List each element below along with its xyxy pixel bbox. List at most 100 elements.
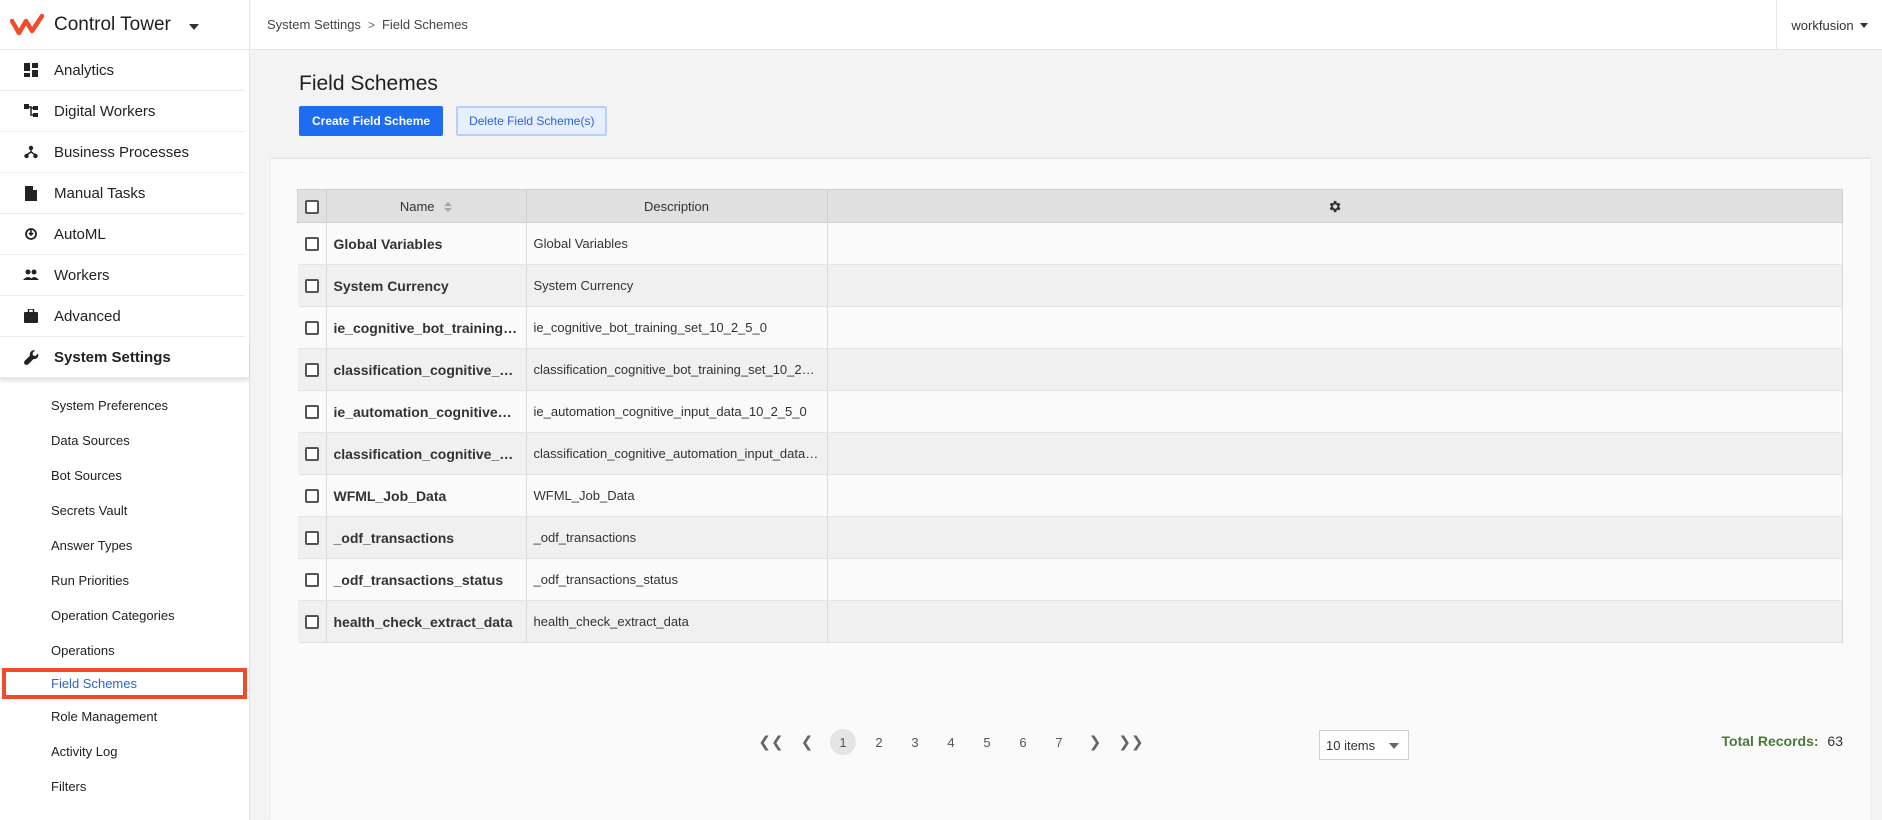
page-button-3[interactable]: 3 [902,729,928,755]
page-size-select[interactable]: 10 items [1319,730,1409,760]
row-checkbox-cell[interactable] [297,264,327,307]
row-checkbox-cell[interactable] [297,222,327,265]
subnav-item-bot-sources[interactable]: Bot Sources [0,458,249,493]
subnav-item-activity-log[interactable]: Activity Log [0,734,249,769]
first-page-button[interactable]: ❮❮ [758,729,784,755]
main-content: Field Schemes Create Field Scheme Delete… [250,50,1882,820]
table-row[interactable]: ie_automation_cognitive_input_data_10_2_… [297,390,1843,433]
page-size-value: 10 items [1326,737,1376,753]
subnav-item-role-management[interactable]: Role Management [0,699,249,734]
user-menu[interactable]: workfusion [1776,0,1882,50]
subnav-item-answer-types[interactable]: Answer Types [0,528,249,563]
field-scheme-description: System Currency [526,264,828,307]
gear-icon[interactable] [1327,199,1342,214]
page-button-6[interactable]: 6 [1010,729,1036,755]
select-all-checkbox-cell[interactable] [297,189,327,223]
prev-page-button[interactable]: ❮ [794,729,820,755]
page-header: Field Schemes Create Field Scheme Delete… [250,50,1882,136]
field-scheme-name-link[interactable]: _odf_transactions [326,516,527,559]
subnav-item-run-priorities[interactable]: Run Priorities [0,563,249,598]
subnav-item-secrets-vault[interactable]: Secrets Vault [0,493,249,528]
sort-icon[interactable] [444,202,453,213]
create-field-scheme-button[interactable]: Create Field Scheme [299,106,444,136]
table-row[interactable]: classification_cognitive_automation_inpu… [297,432,1843,475]
row-checkbox-cell[interactable] [297,390,327,433]
field-scheme-description: classification_cognitive_bot_training_se… [526,348,828,391]
breadcrumb-current: Field Schemes [381,17,468,32]
table-row[interactable]: ie_cognitive_bot_training_set_10_2_5_0 i… [297,306,1843,349]
field-scheme-name-link[interactable]: ie_automation_cognitive_input_data_10_2_… [326,390,527,433]
table-row[interactable]: classification_cognitive_bot_training_se… [297,348,1843,391]
page-button-5[interactable]: 5 [974,729,1000,755]
breadcrumb: System Settings > Field Schemes [250,17,468,32]
table-row[interactable]: health_check_extract_data health_check_e… [297,600,1843,643]
row-filler-cell [827,264,1843,307]
field-scheme-name-link[interactable]: classification_cognitive_automation_inpu… [326,432,527,475]
field-scheme-name-link[interactable]: Global Variables [326,222,527,265]
field-scheme-name-link[interactable]: ie_cognitive_bot_training_set_10_2_5_0 [326,306,527,349]
row-checkbox[interactable] [304,615,319,630]
delete-field-schemes-button[interactable]: Delete Field Scheme(s) [456,106,608,136]
field-scheme-name-link[interactable]: System Currency [326,264,527,307]
nav-item-business-processes[interactable]: Business Processes [0,132,245,173]
breadcrumb-parent-link[interactable]: System Settings [267,17,361,32]
subnav-item-operations[interactable]: Operations [0,633,249,668]
app-switcher[interactable]: Control Tower [0,0,249,50]
row-checkbox[interactable] [304,363,319,378]
page-button-7[interactable]: 7 [1046,729,1072,755]
row-checkbox[interactable] [304,279,319,294]
column-header-name[interactable]: Name [325,189,527,223]
field-scheme-name-link[interactable]: _odf_transactions_status [326,558,527,601]
next-page-button[interactable]: ❯ [1082,729,1108,755]
row-filler-cell [827,558,1843,601]
field-scheme-description: ie_automation_cognitive_input_data_10_2_… [526,390,828,433]
row-checkbox[interactable] [304,489,319,504]
nav-item-advanced[interactable]: Advanced [0,296,245,337]
row-checkbox-cell[interactable] [297,600,327,643]
row-checkbox[interactable] [304,573,319,588]
field-scheme-name-link[interactable]: WFML_Job_Data [326,474,527,517]
last-page-button[interactable]: ❯❯ [1118,729,1144,755]
nav-item-workers[interactable]: Workers [0,255,245,296]
subnav-item-filters[interactable]: Filters [0,769,249,804]
table-row[interactable]: WFML_Job_Data WFML_Job_Data [297,474,1843,517]
workers-tree-icon [22,102,40,120]
field-scheme-description: health_check_extract_data [526,600,828,643]
nav-item-system-settings[interactable]: System Settings [0,337,249,378]
row-filler-cell [827,474,1843,517]
wrench-icon [22,348,40,366]
subnav-item-data-sources[interactable]: Data Sources [0,423,249,458]
subnav-item-operation-categories[interactable]: Operation Categories [0,598,249,633]
row-checkbox-cell[interactable] [297,558,327,601]
row-checkbox[interactable] [304,447,319,462]
row-checkbox-cell[interactable] [297,348,327,391]
row-checkbox[interactable] [304,321,319,336]
pagination: ❮❮ ❮ 1 2 3 4 5 6 7 ❯ ❯❯ [753,727,1149,757]
nav-item-digital-workers[interactable]: Digital Workers [0,91,245,132]
row-checkbox[interactable] [304,405,319,420]
nav-item-automl[interactable]: AutoML [0,214,245,255]
row-checkbox[interactable] [304,237,319,252]
page-button-1[interactable]: 1 [830,729,856,755]
nav-item-manual-tasks[interactable]: Manual Tasks [0,173,245,214]
subnav-item-field-schemes[interactable]: Field Schemes [2,668,247,699]
row-checkbox-cell[interactable] [297,474,327,517]
page-button-2[interactable]: 2 [866,729,892,755]
page-button-4[interactable]: 4 [938,729,964,755]
column-header-description[interactable]: Description [525,189,828,223]
row-filler-cell [827,432,1843,475]
nav-item-analytics[interactable]: Analytics [0,50,245,91]
column-settings-cell[interactable] [826,189,1843,223]
row-checkbox-cell[interactable] [297,432,327,475]
row-checkbox-cell[interactable] [297,306,327,349]
row-checkbox-cell[interactable] [297,516,327,559]
table-row[interactable]: _odf_transactions _odf_transactions [297,516,1843,559]
table-row[interactable]: Global Variables Global Variables [297,222,1843,265]
table-row[interactable]: System Currency System Currency [297,264,1843,307]
row-checkbox[interactable] [304,531,319,546]
subnav-item-system-preferences[interactable]: System Preferences [0,388,249,423]
field-scheme-name-link[interactable]: health_check_extract_data [326,600,527,643]
table-row[interactable]: _odf_transactions_status _odf_transactio… [297,558,1843,601]
field-scheme-name-link[interactable]: classification_cognitive_bot_training_se… [326,348,527,391]
select-all-checkbox[interactable] [304,199,319,214]
